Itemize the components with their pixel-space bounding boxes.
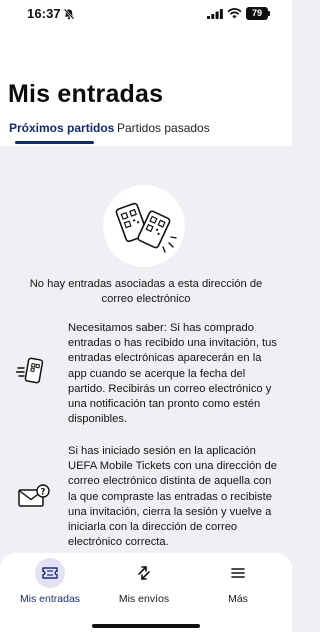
nav-more-label: Más <box>228 593 248 605</box>
battery-indicator: 79 <box>246 7 268 20</box>
bottom-navigation: Mis entradas Mis envíos Más <box>0 553 292 632</box>
bell-off-icon <box>63 8 75 20</box>
nav-my-tickets-icon-bg <box>35 558 65 588</box>
signal-icon <box>207 9 223 19</box>
wifi-icon <box>227 8 242 19</box>
nav-my-tickets[interactable]: Mis entradas <box>10 558 90 605</box>
menu-icon <box>231 568 245 578</box>
page-title: Mis entradas <box>8 80 164 108</box>
mail-question-icon: ? <box>18 484 50 507</box>
nav-more-icon-bg <box>223 558 253 588</box>
tab-upcoming-matches[interactable]: Próximos partidos <box>9 121 114 135</box>
nav-my-transfers-icon-bg <box>129 558 159 588</box>
nav-my-transfers[interactable]: Mis envíos <box>104 558 184 605</box>
battery-tip <box>268 11 270 16</box>
home-indicator <box>92 624 200 628</box>
status-time: 16:37 <box>27 6 61 21</box>
active-tab-indicator <box>15 141 94 144</box>
svg-text:?: ? <box>41 487 46 497</box>
tab-past-matches[interactable]: Partidos pasados <box>117 121 210 135</box>
ticket-icon <box>42 567 58 579</box>
empty-state-message: No hay entradas asociadas a esta direcci… <box>29 278 263 305</box>
status-bar: 16:37 79 <box>0 0 292 28</box>
nav-more[interactable]: Más <box>198 558 278 605</box>
header-area: 16:37 79 Mis entradas Próximos partidos … <box>0 0 292 146</box>
info-text-tickets-availability: Necesitamos saber: Si has comprado entra… <box>68 322 277 426</box>
info-text-wrong-email: Si has iniciado sesión en la aplicación … <box>68 445 277 549</box>
screen: 16:37 79 Mis entradas Próximos partidos … <box>0 0 292 632</box>
phone-qr-icon <box>16 357 44 384</box>
nav-my-transfers-label: Mis envíos <box>118 593 170 605</box>
empty-tickets-illustration <box>103 185 185 267</box>
tickets-qr-icon <box>115 202 177 253</box>
nav-my-tickets-label: Mis entradas <box>19 593 81 605</box>
transfer-arrows-icon <box>138 566 150 580</box>
tab-bar: Próximos partidos Partidos pasados <box>0 118 292 146</box>
